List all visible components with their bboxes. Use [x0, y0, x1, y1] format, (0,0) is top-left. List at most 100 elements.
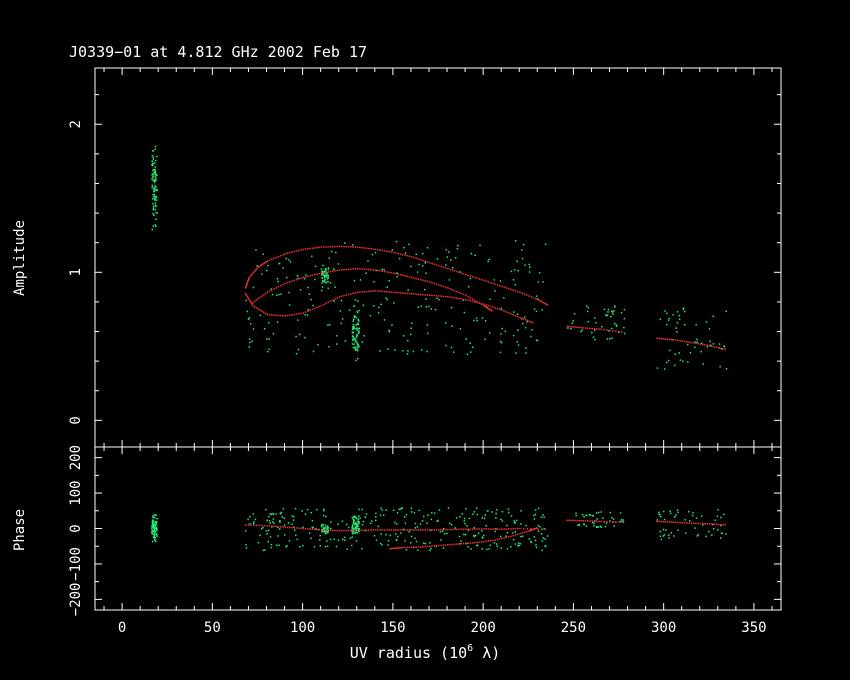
model-point	[343, 268, 345, 271]
model-point	[578, 519, 580, 522]
model-point	[340, 529, 343, 532]
data-point	[352, 525, 354, 527]
model-point	[417, 258, 420, 260]
data-point	[702, 524, 704, 526]
model-point	[433, 263, 435, 265]
model-point	[428, 281, 431, 283]
model-point	[379, 529, 381, 531]
model-point	[327, 271, 329, 273]
data-point	[398, 257, 401, 260]
model-point	[365, 268, 368, 271]
model-point	[501, 309, 503, 311]
model-point	[711, 523, 713, 525]
data-point	[426, 522, 428, 524]
model-point	[474, 299, 476, 302]
model-point	[442, 285, 445, 288]
model-point	[440, 544, 442, 547]
data-point	[373, 534, 376, 537]
model-point	[325, 271, 327, 274]
model-point	[532, 297, 535, 299]
model-point	[340, 245, 343, 248]
model-point	[467, 542, 469, 544]
model-point	[609, 329, 611, 332]
data-point	[481, 517, 484, 519]
model-point	[252, 524, 255, 527]
data-point	[361, 524, 364, 526]
data-point	[609, 511, 612, 514]
data-point	[321, 530, 323, 533]
data-point	[365, 513, 368, 515]
data-point	[353, 520, 355, 522]
model-point	[401, 546, 404, 549]
model-point	[370, 248, 372, 250]
model-point	[699, 343, 702, 345]
data-point	[154, 159, 157, 162]
model-point	[395, 252, 397, 254]
data-point	[416, 271, 419, 273]
model-point	[273, 314, 275, 316]
data-point	[472, 346, 474, 348]
model-point	[612, 330, 614, 332]
data-point	[496, 508, 498, 511]
data-point	[408, 243, 410, 246]
model-point	[343, 294, 345, 297]
data-point	[570, 327, 572, 330]
model-point	[522, 318, 525, 320]
data-point	[534, 513, 537, 516]
data-point	[578, 523, 580, 526]
data-point	[678, 318, 681, 321]
model-point	[498, 308, 501, 311]
data-point	[418, 509, 420, 512]
data-point	[531, 328, 533, 331]
data-point	[153, 205, 155, 208]
model-point	[352, 268, 354, 270]
data-point	[585, 305, 588, 307]
model-point	[460, 298, 463, 300]
model-point	[424, 545, 426, 548]
data-point	[473, 511, 476, 513]
model-point	[591, 327, 593, 330]
model-point	[449, 288, 451, 290]
model-point	[386, 271, 388, 273]
model-point	[361, 268, 363, 270]
data-point	[278, 293, 280, 296]
data-point	[668, 534, 670, 536]
model-point	[458, 271, 460, 274]
data-point	[292, 519, 295, 521]
model-point	[442, 266, 445, 268]
model-point	[566, 519, 568, 522]
data-point	[401, 507, 403, 509]
data-point	[689, 519, 691, 522]
data-point	[327, 267, 330, 269]
data-point	[357, 347, 359, 349]
data-point	[438, 298, 440, 301]
data-point	[470, 548, 472, 550]
data-point	[719, 365, 721, 368]
data-point	[327, 268, 330, 271]
model-point	[489, 281, 492, 284]
model-point	[354, 246, 357, 248]
model-point	[271, 314, 273, 316]
model-point	[313, 307, 316, 310]
data-point	[683, 324, 686, 326]
model-point	[410, 276, 413, 279]
data-point	[706, 345, 709, 348]
model-point	[325, 302, 327, 305]
data-point	[152, 208, 155, 211]
model-point	[258, 524, 260, 527]
data-point	[268, 520, 271, 522]
data-point	[573, 313, 576, 315]
data-point	[353, 318, 355, 321]
model-point	[440, 265, 442, 268]
model-point	[483, 540, 485, 543]
model-point	[262, 311, 265, 314]
model-point	[528, 295, 530, 297]
data-point	[371, 253, 374, 256]
model-point	[410, 293, 413, 295]
model-point	[469, 528, 472, 530]
model-point	[544, 528, 547, 530]
model-point	[327, 246, 329, 248]
model-point	[516, 527, 519, 530]
data-point	[352, 244, 354, 246]
data-point	[718, 343, 721, 345]
